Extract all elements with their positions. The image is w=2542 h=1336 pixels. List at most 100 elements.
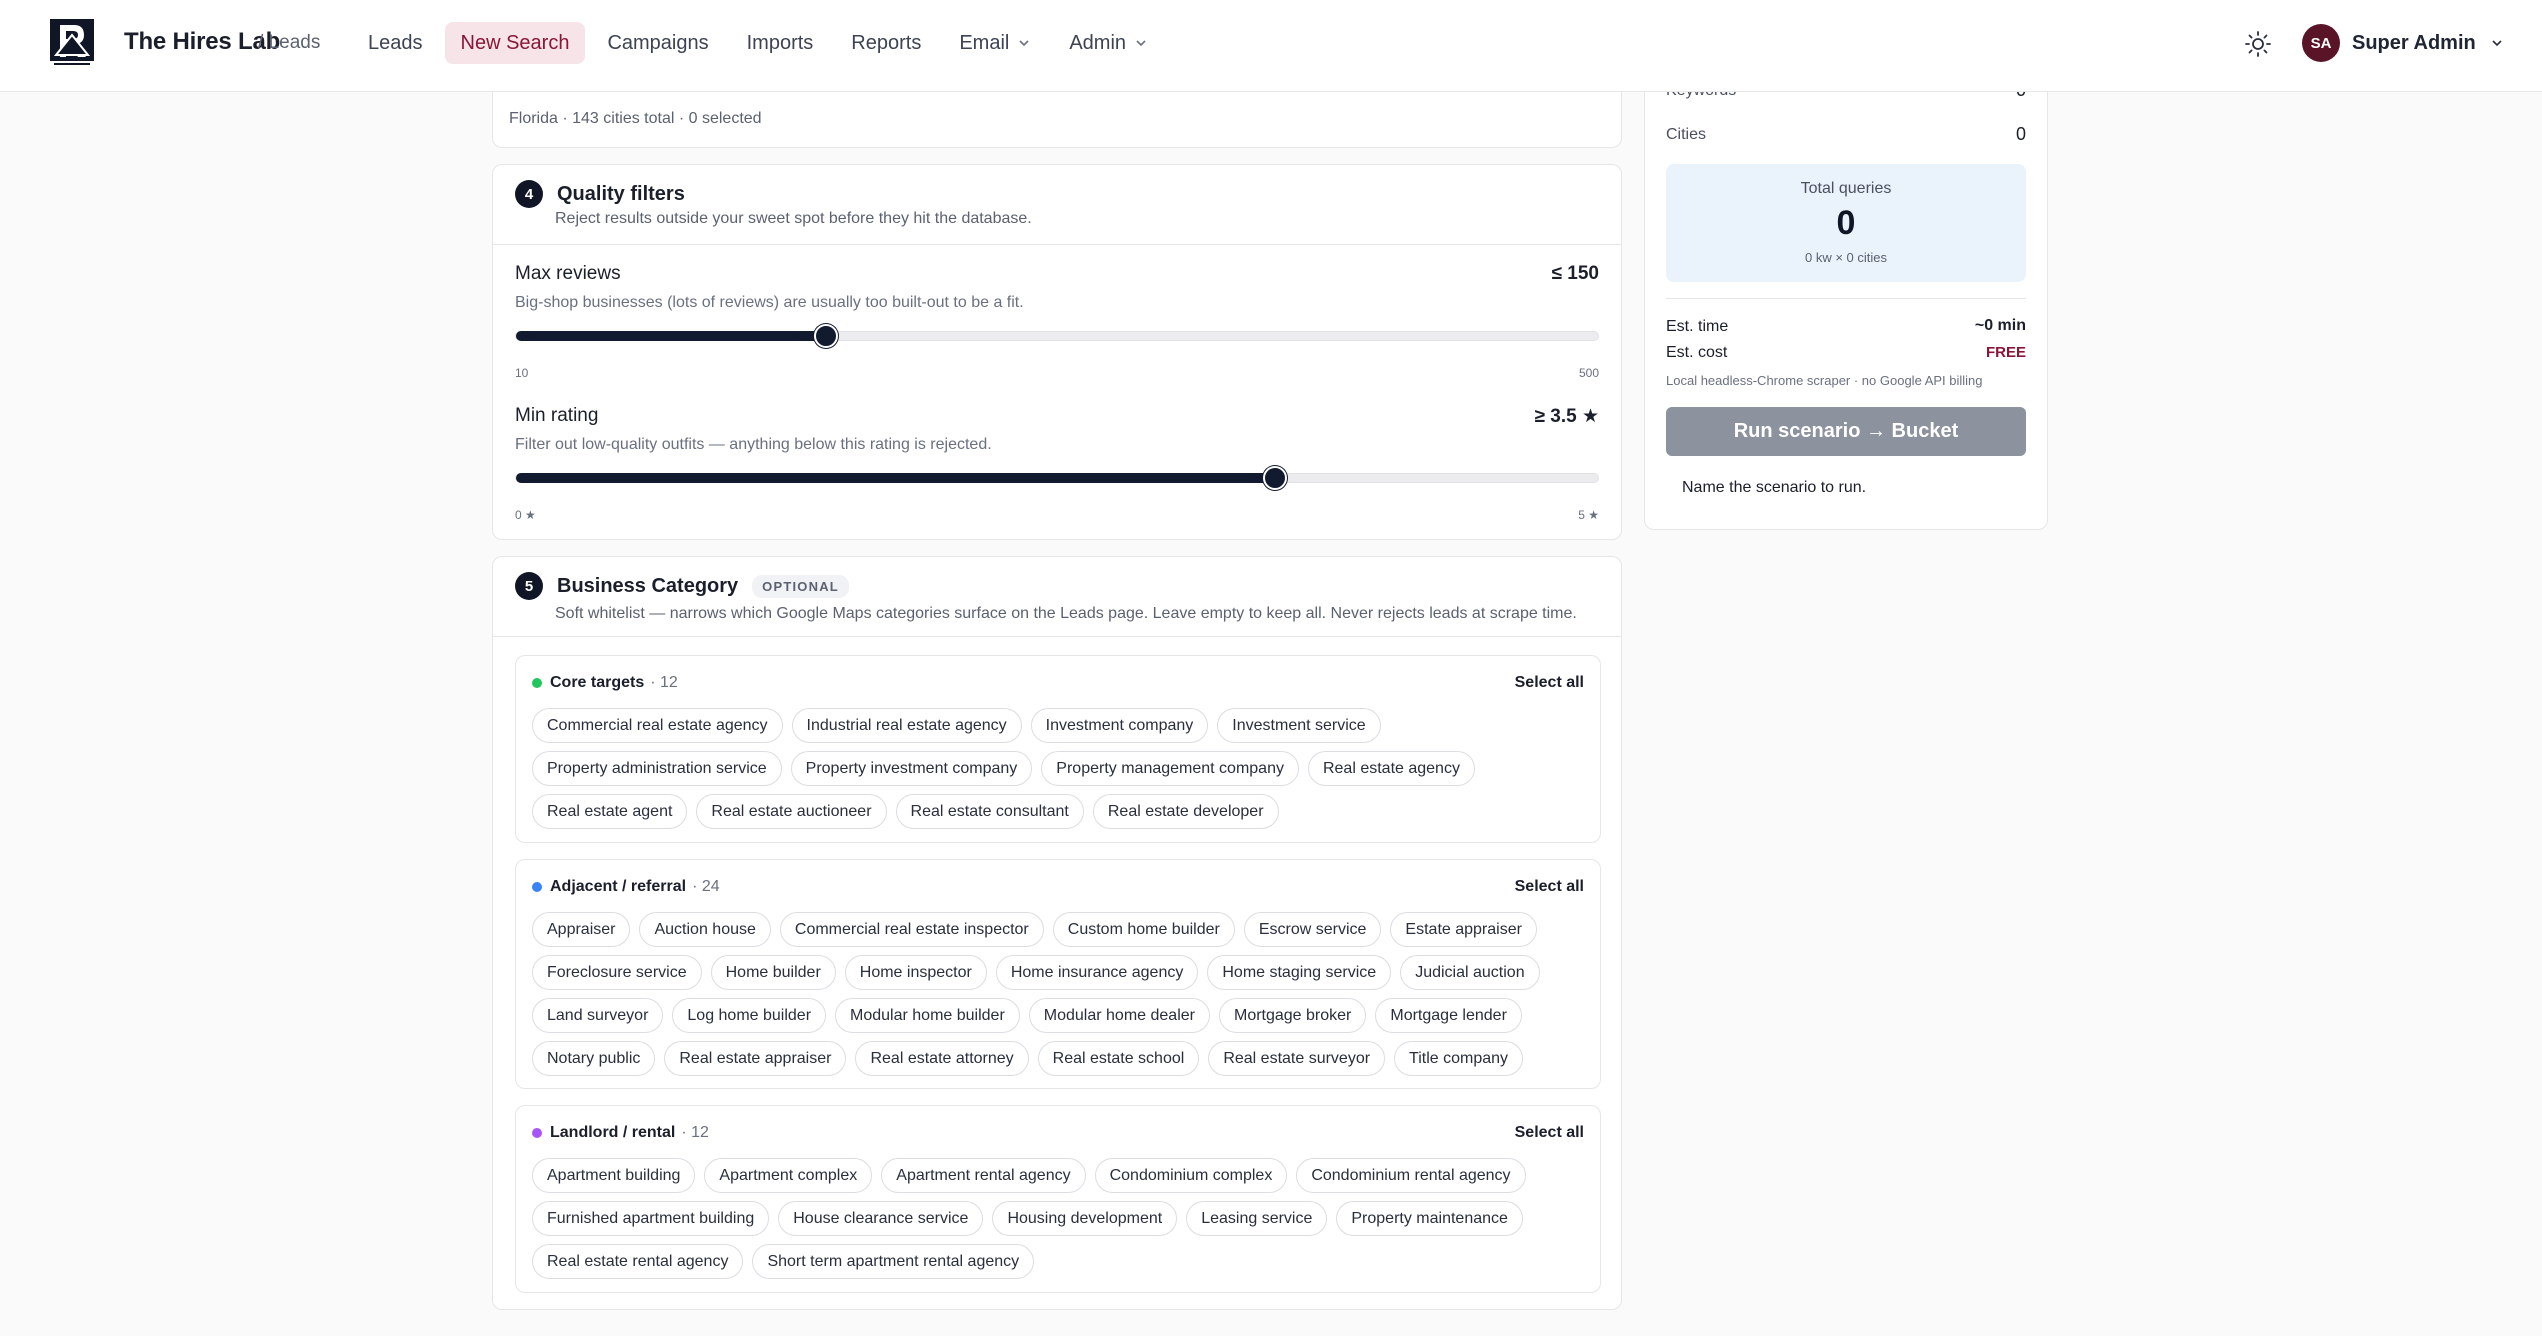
- slider-thumb[interactable]: [813, 324, 838, 348]
- category-chip[interactable]: Real estate consultant: [895, 794, 1084, 829]
- est-time-label: Est. time: [1666, 318, 1729, 335]
- nav-link-campaigns[interactable]: Campaigns: [591, 22, 724, 64]
- category-chip[interactable]: Log home builder: [672, 998, 827, 1033]
- select-all-button[interactable]: Select all: [1515, 1124, 1584, 1142]
- category-chip[interactable]: Home staging service: [1207, 955, 1392, 990]
- category-chip[interactable]: Auction house: [639, 912, 771, 947]
- nav-link-leads[interactable]: Leads: [352, 22, 439, 64]
- category-chip[interactable]: Commercial real estate inspector: [779, 912, 1044, 947]
- category-chip[interactable]: Home insurance agency: [995, 955, 1199, 990]
- group-color-dot: [532, 882, 542, 892]
- nav-link-imports[interactable]: Imports: [731, 22, 830, 64]
- category-chip[interactable]: Real estate agent: [532, 794, 688, 829]
- category-chip[interactable]: Housing development: [992, 1201, 1178, 1236]
- category-chip[interactable]: Commercial real estate agency: [532, 708, 783, 743]
- category-group-landlord-rental: Landlord / rental · 12 Select all Apartm…: [515, 1105, 1601, 1293]
- category-chip[interactable]: Condominium complex: [1094, 1158, 1288, 1193]
- category-chip[interactable]: Home inspector: [844, 955, 987, 990]
- category-chip[interactable]: Modular home dealer: [1028, 998, 1210, 1033]
- category-chip[interactable]: Real estate appraiser: [664, 1041, 847, 1076]
- business-category-card: 5 Business Category OPTIONAL Soft whitel…: [492, 556, 1622, 1310]
- slider-fill: [516, 473, 1275, 483]
- group-header: Core targets · 12: [532, 674, 678, 692]
- nav-link-reports[interactable]: Reports: [835, 22, 937, 64]
- category-chip[interactable]: Judicial auction: [1400, 955, 1540, 990]
- category-chip[interactable]: Real estate developer: [1092, 794, 1279, 829]
- category-chip[interactable]: House clearance service: [778, 1201, 984, 1236]
- category-chip[interactable]: Real estate school: [1037, 1041, 1200, 1076]
- quality-header: 4 Quality filters: [515, 180, 685, 208]
- category-chip-list: Appraiser Auction house Commercial real es…: [532, 912, 1584, 1076]
- category-chip[interactable]: Notary public: [532, 1041, 656, 1076]
- category-group-core-targets: Core targets · 12 Select all Commercial …: [515, 655, 1601, 843]
- category-chip[interactable]: Investment company: [1030, 708, 1209, 743]
- category-chip[interactable]: Appraiser: [532, 912, 631, 947]
- est-cost-label: Est. cost: [1666, 344, 1728, 361]
- category-chip[interactable]: Leasing service: [1186, 1201, 1328, 1236]
- category-chip[interactable]: Mortgage lender: [1375, 998, 1522, 1033]
- select-all-button[interactable]: Select all: [1515, 878, 1584, 896]
- category-chip[interactable]: Land surveyor: [532, 998, 664, 1033]
- min-rating-hint: Filter out low-quality outfits — anythin…: [515, 436, 992, 453]
- category-chip[interactable]: Custom home builder: [1052, 912, 1235, 947]
- quality-filters-card: 4 Quality filters Reject results outside…: [492, 164, 1622, 540]
- divider: [493, 636, 1621, 637]
- min-rating-slider[interactable]: [515, 466, 1599, 490]
- group-name: Adjacent / referral: [550, 878, 687, 895]
- category-chip[interactable]: Apartment building: [532, 1158, 696, 1193]
- step-description: Soft whitelist — narrows which Google Ma…: [555, 605, 1577, 622]
- slider-fill: [516, 331, 826, 341]
- scraper-note: Local headless-Chrome scraper · no Googl…: [1666, 373, 1983, 388]
- category-chip[interactable]: Apartment complex: [704, 1158, 873, 1193]
- category-chip-list: Commercial real estate agency Industrial …: [532, 708, 1584, 829]
- main-nav: Leads New Search Campaigns Imports Repor…: [352, 22, 1170, 64]
- category-chip[interactable]: Short term apartment rental agency: [752, 1244, 1035, 1279]
- category-chip[interactable]: Industrial real estate agency: [791, 708, 1022, 743]
- user-menu[interactable]: SA Super Admin: [2302, 23, 2504, 63]
- brand-logo-icon[interactable]: [50, 19, 94, 67]
- category-chip[interactable]: Escrow service: [1243, 912, 1382, 947]
- category-chip[interactable]: Property administration service: [532, 751, 782, 786]
- category-chip[interactable]: Investment service: [1217, 708, 1381, 743]
- category-chip[interactable]: Furnished apartment building: [532, 1201, 770, 1236]
- slider-min-label: 0 ★: [515, 508, 536, 522]
- category-chip[interactable]: Home builder: [710, 955, 836, 990]
- cities-summary: Florida · 143 cities total · 0 selected: [509, 110, 762, 127]
- run-hint: Name the scenario to run.: [1682, 479, 1867, 496]
- chevron-down-icon: [1019, 40, 1029, 47]
- nav-link-email[interactable]: Email: [943, 22, 1047, 64]
- category-chip[interactable]: Real estate agency: [1307, 751, 1475, 786]
- category-chip[interactable]: Real estate attorney: [855, 1041, 1029, 1076]
- brand-name[interactable]: The Hires Lab: [124, 28, 280, 56]
- category-chip[interactable]: Real estate rental agency: [532, 1244, 744, 1279]
- step-title: Quality filters: [557, 182, 685, 205]
- category-chip[interactable]: Apartment rental agency: [881, 1158, 1086, 1193]
- chevron-down-icon: [1136, 40, 1146, 47]
- nav-link-label: New Search: [460, 32, 570, 54]
- select-all-button[interactable]: Select all: [1515, 674, 1584, 692]
- sun-icon[interactable]: [2240, 26, 2276, 62]
- nav-link-admin[interactable]: Admin: [1053, 22, 1164, 64]
- category-chip[interactable]: Real estate auctioneer: [696, 794, 887, 829]
- category-chip[interactable]: Property management company: [1041, 751, 1299, 786]
- category-chip-list: Apartment building Apartment complex Apart…: [532, 1158, 1584, 1279]
- group-count: · 12: [650, 674, 678, 691]
- slider-thumb[interactable]: [1262, 466, 1287, 490]
- category-chip[interactable]: Condominium rental agency: [1296, 1158, 1526, 1193]
- run-scenario-button[interactable]: Run scenario → Bucket: [1666, 407, 2026, 456]
- category-chip[interactable]: Property maintenance: [1336, 1201, 1523, 1236]
- total-queries-formula: 0 kw × 0 cities: [1804, 250, 1887, 265]
- max-reviews-slider[interactable]: [515, 324, 1599, 348]
- category-chip[interactable]: Title company: [1394, 1041, 1524, 1076]
- category-chip[interactable]: Mortgage broker: [1218, 998, 1367, 1033]
- total-queries-box: Total queries 0 0 kw × 0 cities: [1666, 164, 2026, 282]
- category-chip[interactable]: Estate appraiser: [1390, 912, 1537, 947]
- category-chip[interactable]: Modular home builder: [835, 998, 1020, 1033]
- nav-link-new-search[interactable]: New Search: [444, 22, 586, 64]
- category-chip[interactable]: Real estate surveyor: [1208, 1041, 1386, 1076]
- category-chip[interactable]: Property investment company: [790, 751, 1033, 786]
- category-chip[interactable]: Foreclosure service: [532, 955, 702, 990]
- nav-link-label: Admin: [1069, 32, 1127, 54]
- group-name: Landlord / rental: [550, 1124, 676, 1141]
- min-rating-value: ≥ 3.5 ★: [1534, 406, 1599, 427]
